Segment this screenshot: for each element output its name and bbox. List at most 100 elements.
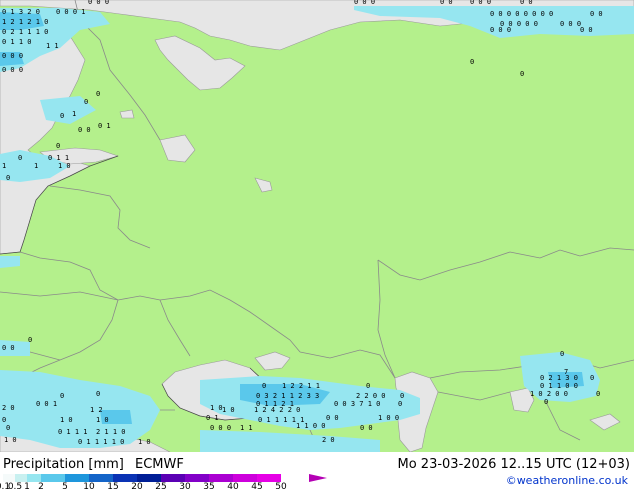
color-scale-segment [233, 474, 257, 482]
svg-text:0 1 1: 0 1 1 [48, 154, 69, 162]
svg-text:0 0 1: 0 0 1 [36, 400, 57, 408]
svg-text:1 0: 1 0 [96, 416, 109, 424]
svg-text:0 0 0: 0 0 0 [354, 0, 375, 6]
svg-text:1 0: 1 0 [60, 416, 73, 424]
svg-text:0 0: 0 0 [360, 424, 373, 432]
svg-text:0: 0 [398, 400, 402, 408]
svg-text:0 0: 0 0 [590, 10, 603, 18]
color-scale-segment [113, 474, 137, 482]
color-scale-segment [185, 474, 209, 482]
color-scale-segment [41, 474, 65, 482]
svg-text:1 0 2 0 0: 1 0 2 0 0 [530, 390, 568, 398]
svg-text:0: 0 [560, 350, 564, 358]
color-scale-segment [257, 474, 281, 482]
svg-text:1 2: 1 2 [90, 406, 103, 414]
svg-text:1 2 1 2 1 0: 1 2 1 2 1 0 [2, 18, 48, 26]
svg-text:0 0 0 1: 0 0 0 1 [56, 8, 86, 16]
valid-datetime: Mo 23-03-2026 12..15 UTC (12+03) [397, 457, 631, 472]
map-canvas: 0 1 3 2 00 0 0 10 0 0 1 2 1 2 1 0 0 2 1 … [0, 0, 634, 452]
color-scale-segment [89, 474, 113, 482]
svg-text:2 1 1 0: 2 1 1 0 [96, 428, 126, 436]
svg-text:2 2 0 0: 2 2 0 0 [356, 392, 386, 400]
svg-text:0 1 1 1: 0 1 1 1 [58, 428, 88, 436]
svg-text:2 0: 2 0 [322, 436, 335, 444]
map-footer: Precipitation [mm] ECMWF Mo 23-03-2026 1… [0, 452, 634, 492]
svg-text:1 0: 1 0 [222, 406, 235, 414]
svg-text:0: 0 [56, 142, 60, 150]
svg-text:0 0 3 7 1 0: 0 0 3 7 1 0 [334, 400, 380, 408]
svg-text:0: 0 [18, 154, 22, 162]
svg-text:1 0: 1 0 [210, 404, 223, 412]
svg-text:0 0 0: 0 0 0 [560, 20, 581, 28]
color-scale-tick-label: 1 [24, 482, 30, 492]
svg-text:0: 0 [96, 90, 100, 98]
svg-text:0: 0 [262, 382, 266, 390]
svg-text:0 1 3 2 0: 0 1 3 2 0 [2, 8, 40, 16]
svg-text:1: 1 [72, 110, 76, 118]
color-scale-ticks: 0.10.5125101520253035404550 [0, 482, 323, 492]
precipitation-heavy-areas [0, 12, 584, 424]
svg-text:0 0 0: 0 0 0 [210, 424, 231, 432]
svg-text:0 0: 0 0 [520, 0, 533, 6]
svg-text:1 2 2 1 1: 1 2 2 1 1 [282, 382, 320, 390]
svg-text:0 1: 0 1 [206, 414, 219, 422]
color-scale-segment [161, 474, 185, 482]
svg-text:0: 0 [590, 374, 594, 382]
svg-text:0: 0 [544, 398, 548, 406]
color-scale-tick-label: 25 [155, 482, 167, 492]
svg-text:0 2 1 1 1 0: 0 2 1 1 1 0 [2, 28, 48, 36]
svg-text:2 0: 2 0 [2, 404, 15, 412]
color-scale-tick-label: 2 [38, 482, 44, 492]
model-name: ECMWF [135, 457, 184, 472]
svg-text:1 1: 1 1 [46, 42, 59, 50]
color-scale-tick-label: 40 [227, 482, 239, 492]
color-scale-tick-label: 10 [83, 482, 95, 492]
svg-text:1: 1 [34, 162, 38, 170]
svg-text:0 1 1 0 0: 0 1 1 0 0 [540, 382, 578, 390]
svg-text:0 0 0: 0 0 0 [88, 0, 109, 6]
svg-text:0 0 0: 0 0 0 [490, 26, 511, 34]
svg-text:0 1: 0 1 [98, 122, 111, 130]
map-title: Precipitation [mm] [3, 457, 124, 472]
svg-text:0 0: 0 0 [78, 126, 91, 134]
precipitation-map: 0 1 3 2 00 0 0 10 0 0 1 2 1 2 1 0 0 2 1 … [0, 0, 634, 452]
svg-text:0: 0 [366, 382, 370, 390]
svg-text:0 1 1 1 1 0: 0 1 1 1 1 0 [78, 438, 124, 446]
svg-text:1 0: 1 0 [58, 162, 71, 170]
svg-text:0: 0 [470, 58, 474, 66]
svg-text:0: 0 [60, 392, 64, 400]
color-scale-tick-label: 5 [62, 482, 68, 492]
color-scale-segment [65, 474, 89, 482]
color-scale-segment [27, 474, 41, 482]
svg-text:0: 0 [2, 416, 6, 424]
svg-text:0: 0 [520, 70, 524, 78]
color-scale-segment [209, 474, 233, 482]
svg-text:0: 0 [84, 98, 88, 106]
color-scale-segment [15, 474, 27, 482]
svg-text:0 0: 0 0 [440, 0, 453, 6]
svg-text:0: 0 [6, 424, 10, 432]
svg-text:0: 0 [6, 174, 10, 182]
credit-link[interactable]: ©weatheronline.co.uk [506, 474, 628, 487]
svg-text:1 0: 1 0 [138, 438, 151, 446]
svg-text:1: 1 [2, 162, 6, 170]
svg-text:0: 0 [28, 336, 32, 344]
color-scale-arrow [309, 474, 327, 482]
svg-text:0 2 1 3 0: 0 2 1 3 0 [540, 374, 578, 382]
svg-text:0 0: 0 0 [2, 344, 15, 352]
svg-text:0: 0 [400, 392, 404, 400]
color-scale-tick-label: 15 [107, 482, 119, 492]
svg-text:0 0 0: 0 0 0 [470, 0, 491, 6]
svg-text:0 1 1 0: 0 1 1 0 [2, 38, 32, 46]
svg-text:1 2 4 2 2 0: 1 2 4 2 2 0 [254, 406, 300, 414]
color-scale-segment [137, 474, 161, 482]
color-scale-bar [3, 474, 281, 482]
svg-text:0 0 0 0 0 0 0 0: 0 0 0 0 0 0 0 0 [490, 10, 553, 18]
color-scale-tick-label: 35 [203, 482, 215, 492]
color-scale-tick-label: 20 [131, 482, 143, 492]
svg-text:0 0: 0 0 [326, 414, 339, 422]
color-scale-tick-label: 50 [275, 482, 287, 492]
svg-text:0 0: 0 0 [580, 26, 593, 34]
color-scale-tick-label: 0.5 [7, 482, 23, 492]
svg-text:1 1: 1 1 [240, 424, 253, 432]
